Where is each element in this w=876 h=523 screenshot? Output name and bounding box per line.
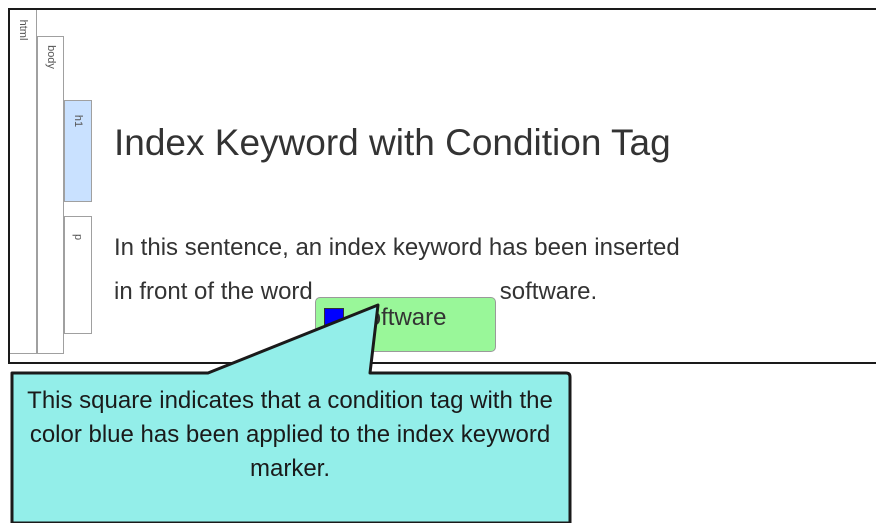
callout-text: This square indicates that a condition t… — [27, 387, 553, 482]
